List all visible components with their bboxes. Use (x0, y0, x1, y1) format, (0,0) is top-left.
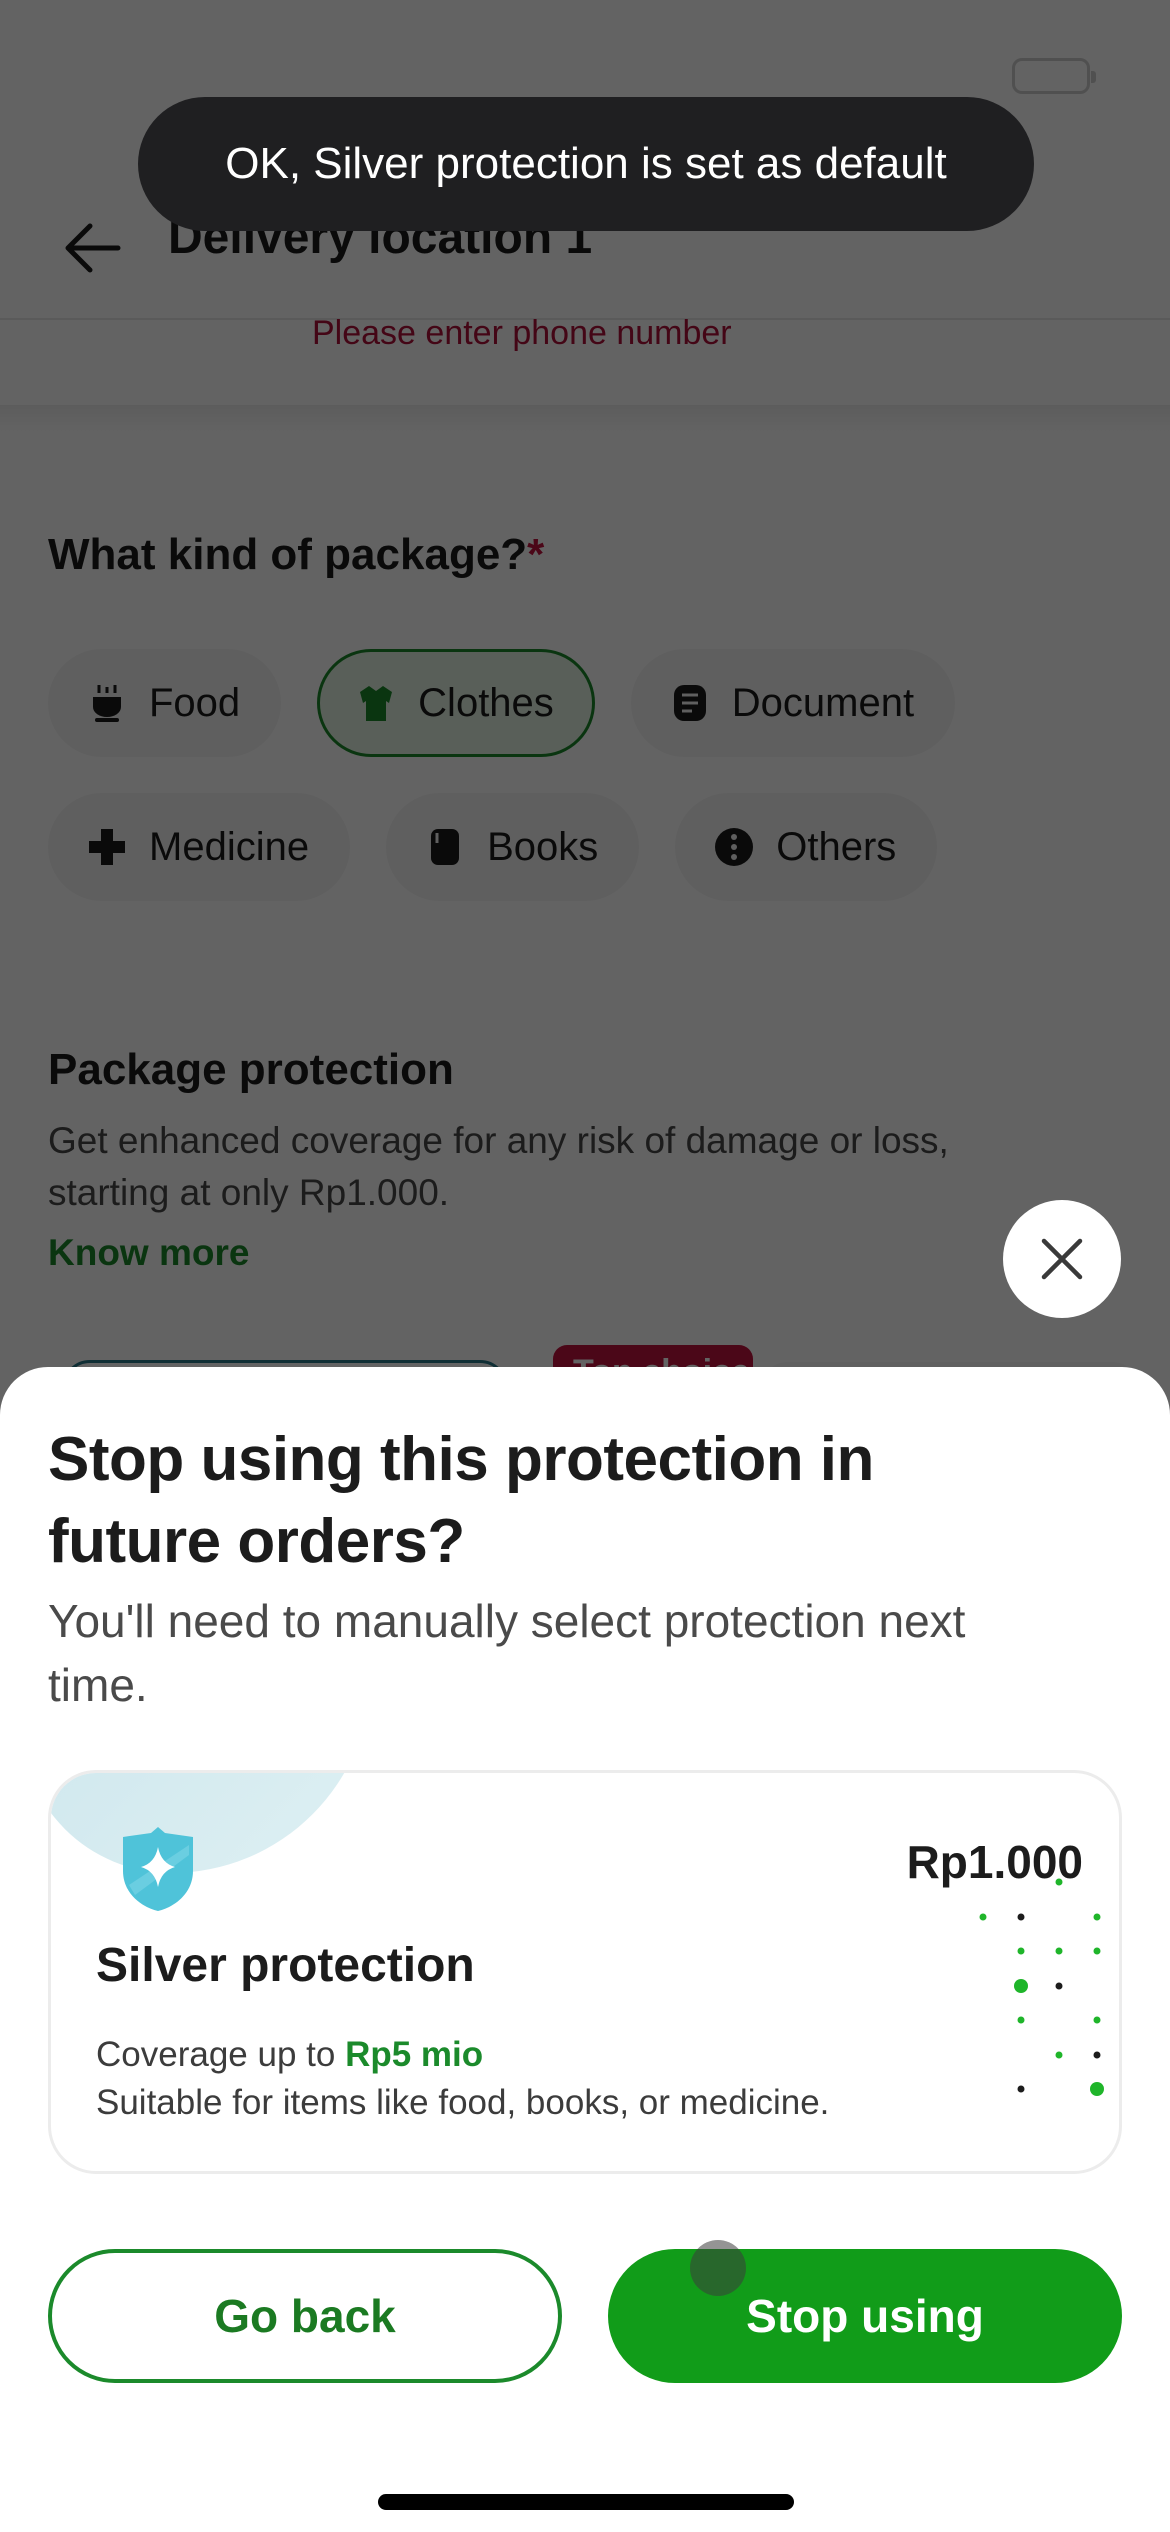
pattern-dot (1093, 1913, 1101, 1921)
pattern-dot (1017, 2016, 1025, 2024)
toast-notification: OK, Silver protection is set as default (138, 97, 1034, 231)
coverage-prefix: Coverage up to (96, 2035, 346, 2074)
close-x-icon (1041, 1238, 1083, 1280)
close-sheet-button[interactable] (1003, 1200, 1121, 1318)
pattern-dot (1014, 1979, 1028, 1993)
pattern-dot (979, 1913, 987, 1921)
card-suitable-items: Suitable for items like food, books, or … (96, 2083, 830, 2122)
bottom-sheet: Stop using this protection in future ord… (0, 1367, 1170, 2532)
pattern-dot (1017, 2085, 1025, 2093)
pattern-dot (1055, 1982, 1063, 1990)
stop-using-button[interactable]: Stop using (608, 2249, 1122, 2383)
pattern-dot (1055, 1947, 1063, 1955)
pattern-dot (1093, 2051, 1101, 2059)
pattern-dot (1093, 1947, 1101, 1955)
go-back-button[interactable]: Go back (48, 2249, 562, 2383)
pattern-dot (1017, 1913, 1025, 1921)
touch-indicator (690, 2240, 746, 2296)
pattern-dot (1055, 2051, 1063, 2059)
card-title: Silver protection (96, 1939, 475, 1992)
silver-protection-card: Rp1.000 Silver protection Coverage up to… (48, 1770, 1122, 2174)
pattern-dot (1017, 1947, 1025, 1955)
card-coverage: Coverage up to Rp5 mio (96, 2035, 483, 2075)
shield-sparkle-icon (123, 1827, 193, 1911)
home-indicator[interactable] (378, 2494, 794, 2510)
sheet-title: Stop using this protection in future ord… (48, 1425, 874, 1576)
sheet-subtitle: You'll need to manually select protectio… (48, 1595, 966, 1711)
toast-message: OK, Silver protection is set as default (225, 139, 947, 188)
stop-using-label: Stop using (746, 2290, 984, 2342)
pattern-dot (1093, 2016, 1101, 2024)
card-decoration (51, 1773, 371, 1873)
coverage-amount: Rp5 mio (345, 2035, 484, 2074)
pattern-dot (1090, 2082, 1104, 2096)
card-price: Rp1.000 (906, 1836, 1083, 1888)
go-back-label: Go back (214, 2290, 396, 2342)
